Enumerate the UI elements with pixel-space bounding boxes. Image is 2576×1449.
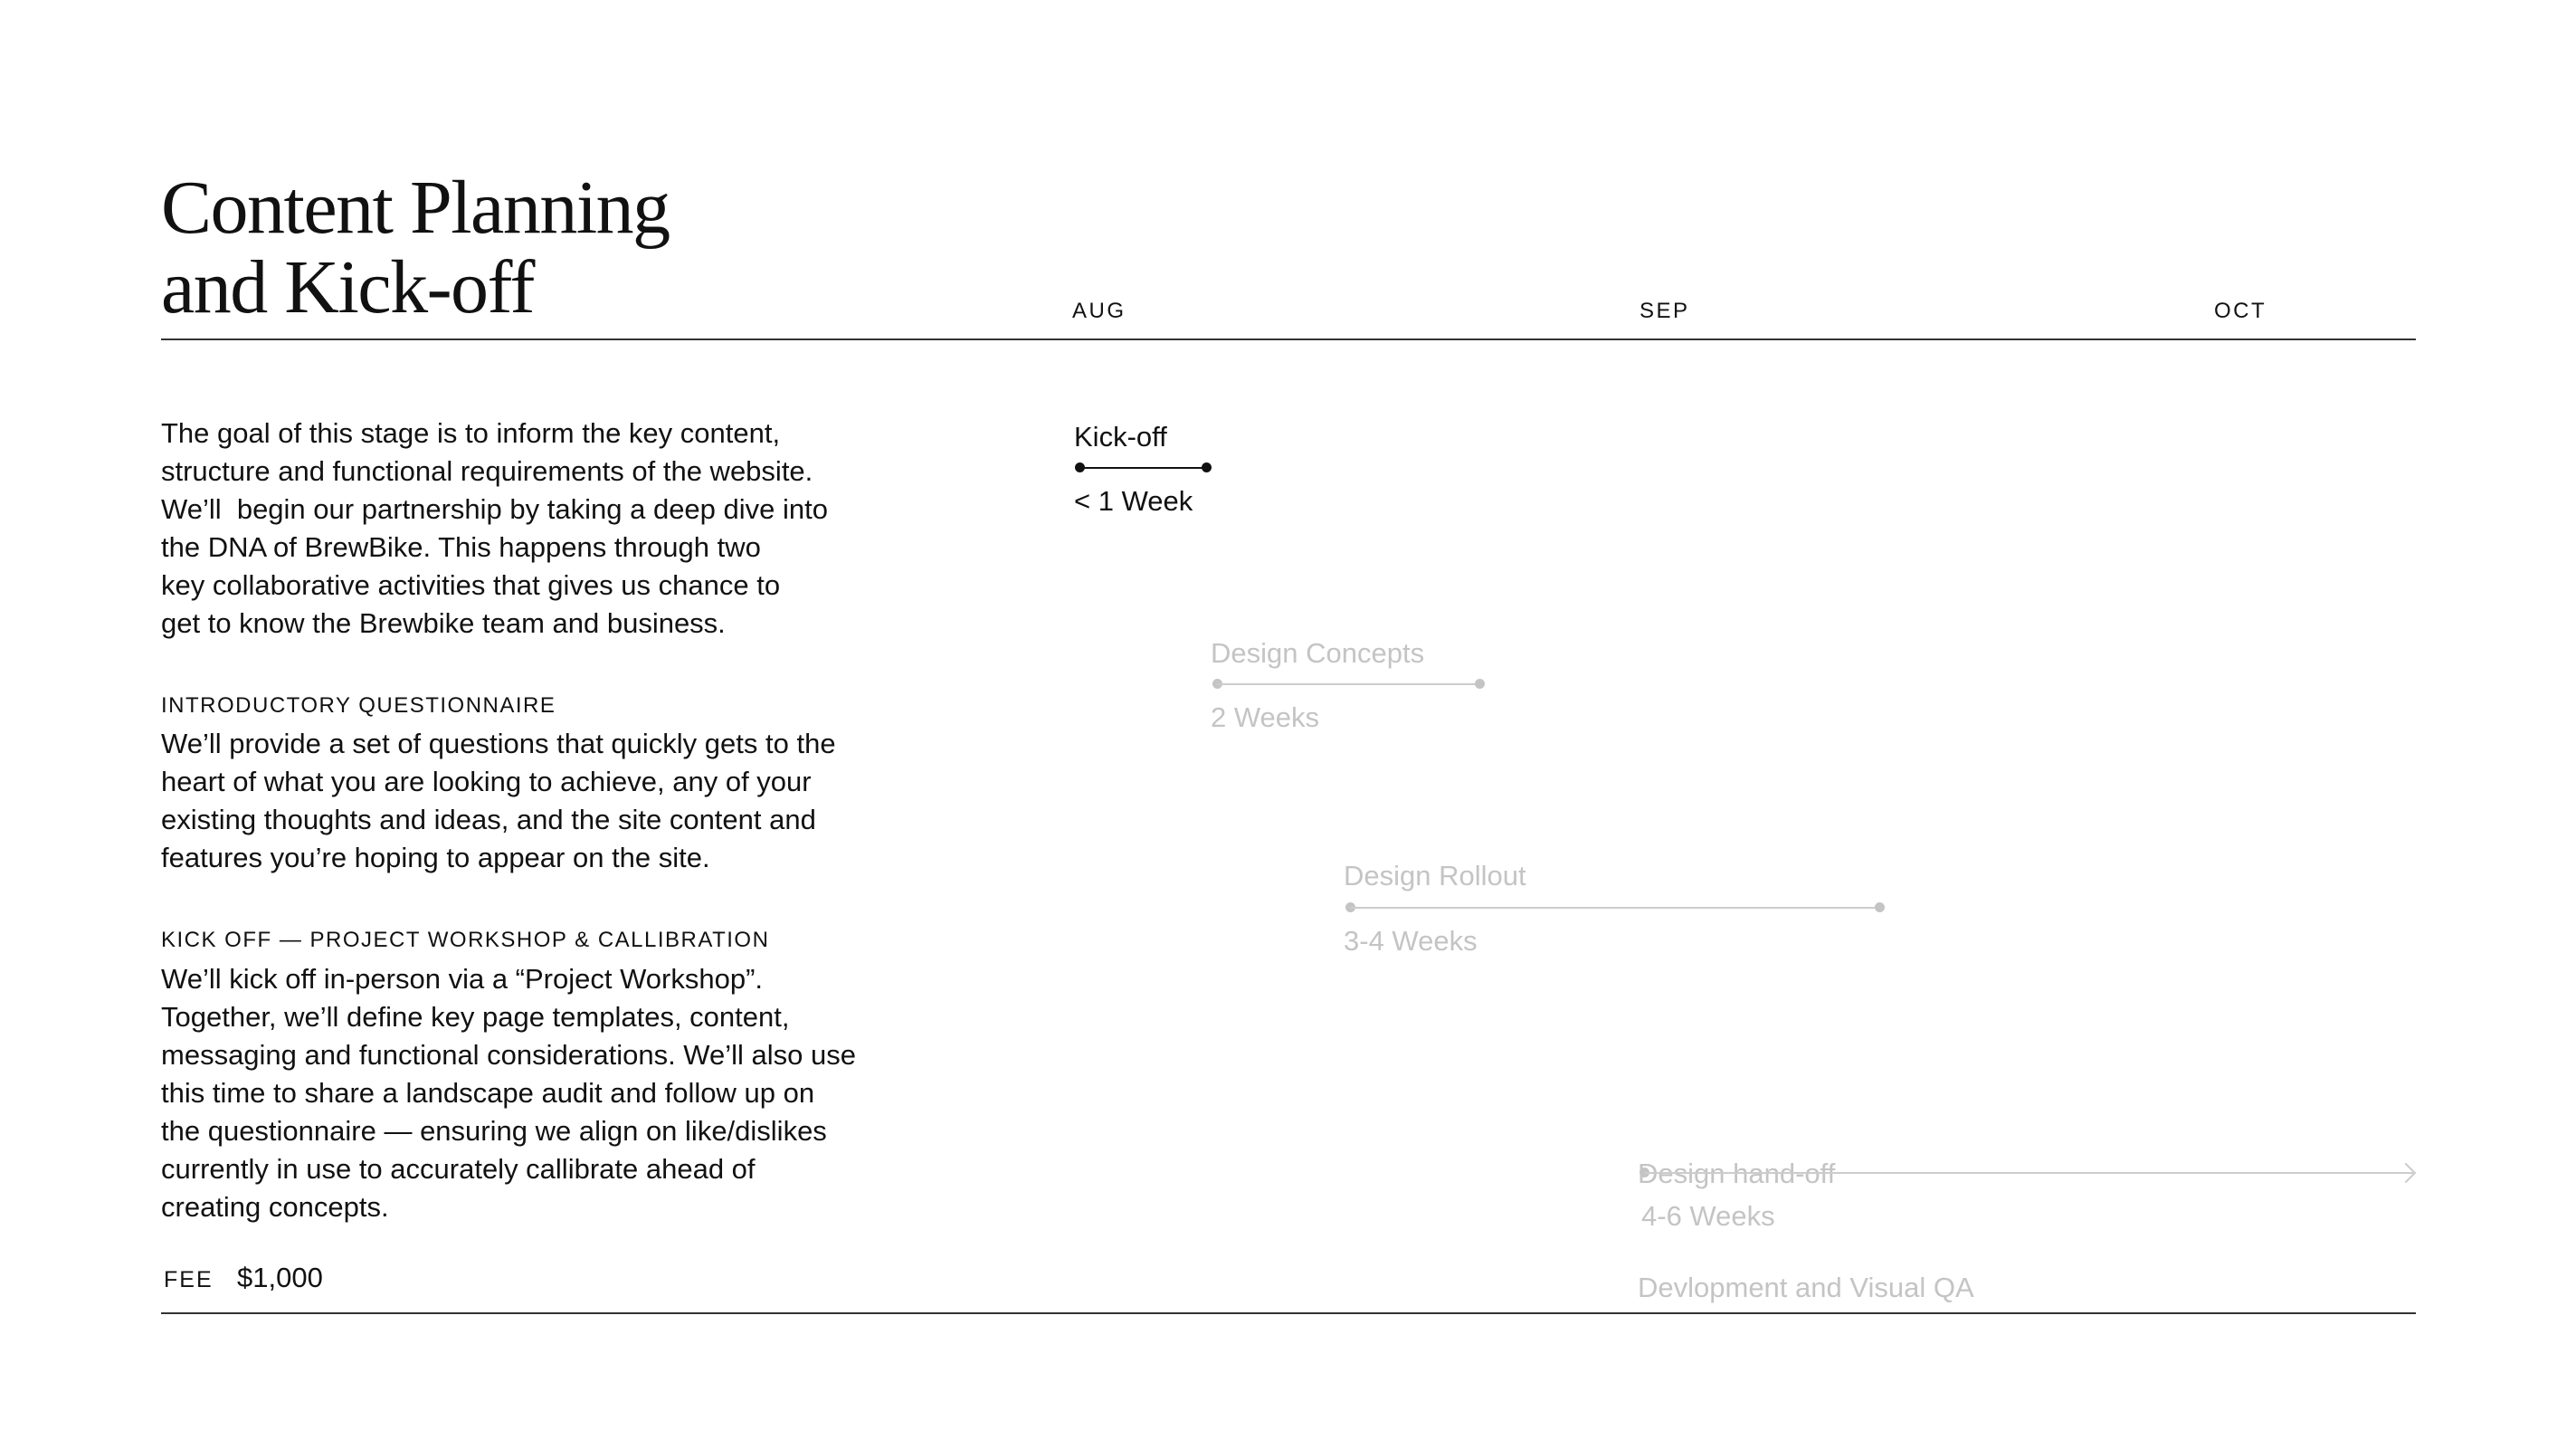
task-concepts-bar [1217, 683, 1479, 685]
intro-line: The goal of this stage is to inform the … [161, 417, 781, 449]
intro-paragraph: The goal of this stage is to inform the … [161, 415, 975, 643]
task-rollout-bar [1350, 907, 1879, 909]
task-kickoff-label: Kick-off [1074, 421, 1167, 453]
questionnaire-line: features you’re hoping to appear on the … [161, 842, 710, 873]
questionnaire-heading: INTRODUCTORY QUESTIONNAIRE [161, 693, 556, 718]
task-kickoff-end-dot [1202, 462, 1212, 472]
arrow-right-icon [2395, 1162, 2417, 1184]
task-rollout-label: Design Rollout [1344, 860, 1526, 891]
month-sep: SEP [1640, 299, 1690, 323]
task-concepts-label: Design Concepts [1211, 637, 1425, 669]
month-oct: OCT [2214, 299, 2267, 323]
questionnaire-line: We’ll provide a set of questions that qu… [161, 728, 836, 759]
questionnaire-line: existing thoughts and ideas, and the sit… [161, 804, 816, 835]
workshop-line: We’ll kick off in-person via a “Project … [161, 963, 764, 995]
task-kickoff-duration: < 1 Week [1074, 485, 1193, 517]
footer-divider [161, 1312, 2416, 1314]
task-handoff-bar [1644, 1172, 2413, 1174]
intro-line: key collaborative activities that gives … [161, 569, 781, 601]
page-title: Content Planning and Kick-off [161, 168, 885, 328]
task-handoff-duration: 4-6 Weeks [1641, 1200, 1775, 1232]
task-rollout-end-dot [1875, 902, 1885, 912]
workshop-line: Together, we’ll define key page template… [161, 1001, 790, 1033]
page-title-line-2: and Kick-off [161, 245, 535, 329]
questionnaire-line: heart of what you are looking to achieve… [161, 766, 812, 797]
workshop-heading: KICK OFF — PROJECT WORKSHOP & CALLIBRATI… [161, 928, 770, 952]
task-kickoff-bar [1079, 467, 1206, 469]
questionnaire-paragraph: We’ll provide a set of questions that qu… [161, 725, 975, 877]
task-rollout-duration: 3-4 Weeks [1344, 925, 1478, 957]
task-concepts-duration: 2 Weeks [1211, 701, 1320, 733]
intro-line: get to know the Brewbike team and busine… [161, 607, 726, 639]
intro-line: We’ll begin our partnership by taking a … [161, 493, 828, 525]
month-aug: AUG [1072, 299, 1126, 323]
header-divider [161, 338, 2416, 340]
workshop-line: the questionnaire — ensuring we align on… [161, 1115, 827, 1147]
fee-label: FEE [164, 1267, 214, 1292]
workshop-line: creating concepts. [161, 1191, 389, 1223]
task-handoff-label-line-2: Devlopment and Visual QA [1638, 1272, 1974, 1303]
task-concepts-end-dot [1475, 679, 1485, 689]
workshop-line: this time to share a landscape audit and… [161, 1077, 815, 1109]
intro-line: the DNA of BrewBike. This happens throug… [161, 531, 761, 563]
intro-line: structure and functional requirements of… [161, 455, 813, 487]
workshop-line: messaging and functional considerations.… [161, 1039, 856, 1071]
page-title-line-1: Content Planning [161, 166, 670, 250]
fee-value: $1,000 [237, 1262, 323, 1293]
workshop-paragraph: We’ll kick off in-person via a “Project … [161, 960, 975, 1226]
task-handoff-label-line-1: Design hand-off [1638, 1158, 1836, 1189]
workshop-line: currently in use to accurately callibrat… [161, 1153, 756, 1185]
